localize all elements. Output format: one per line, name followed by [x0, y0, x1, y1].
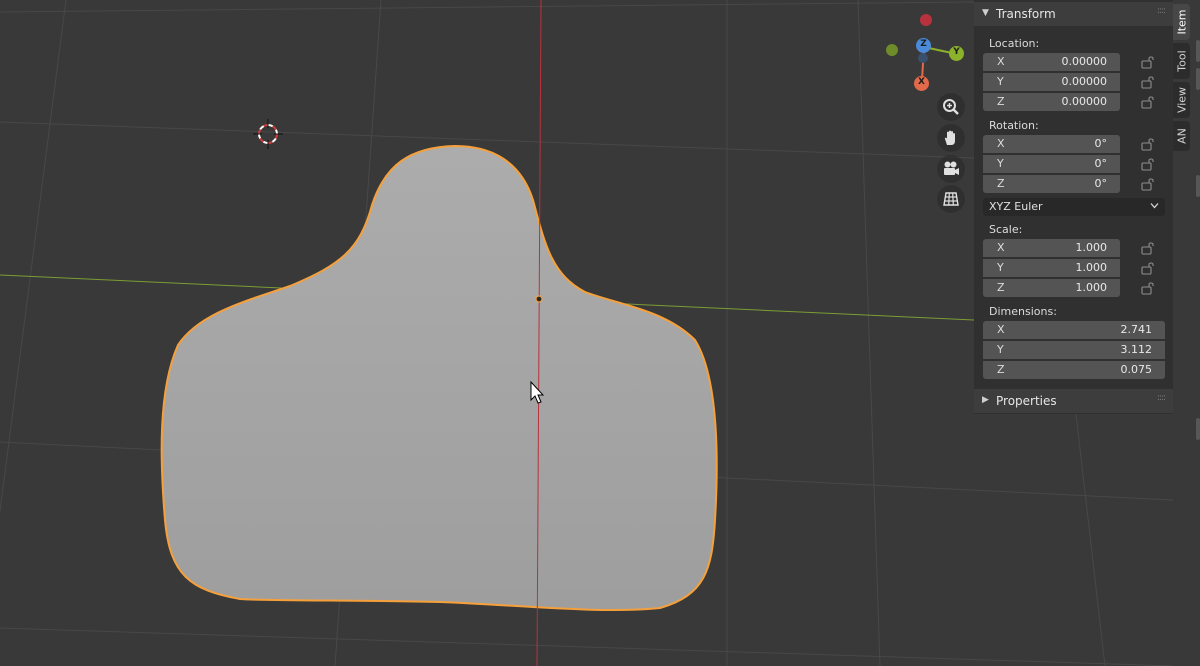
gizmo-neg-z-ball[interactable] [918, 53, 928, 63]
field-value: 2.741 [1120, 323, 1153, 336]
field-value: 0.075 [1120, 363, 1153, 376]
field-value: 3.112 [1120, 343, 1153, 356]
rotation-z-field[interactable]: Z 0° [983, 175, 1120, 193]
location-y-field[interactable]: Y 0.00000 [983, 73, 1120, 91]
tab-label: Tool [1175, 50, 1188, 72]
dimensions-z-field[interactable]: Z 0.075 [983, 361, 1165, 379]
location-x-field[interactable]: X 0.00000 [983, 53, 1120, 71]
field-value: 1.000 [1075, 241, 1108, 254]
rotation-label: Rotation: [989, 119, 1039, 132]
rotation-y-field[interactable]: Y 0° [983, 155, 1120, 173]
tab-label: Item [1175, 9, 1188, 35]
tab-view[interactable]: View [1173, 82, 1190, 118]
lock-scale-y-icon[interactable] [1141, 261, 1155, 275]
tab-label: AN [1175, 128, 1188, 144]
properties-panel-title: Properties [996, 394, 1057, 408]
field-value: 0.00000 [1061, 95, 1108, 108]
field-value: 0° [1094, 177, 1108, 190]
gizmo-x-ball[interactable]: X [914, 76, 929, 91]
tab-strip-scrollbar[interactable] [1196, 175, 1200, 197]
collapsed-triangle-icon: ▶ [982, 395, 989, 405]
tab-strip-scrollbar[interactable] [1196, 40, 1200, 62]
properties-panel-header[interactable]: ▶ Properties :::: [974, 389, 1173, 413]
perspective-toggle-button[interactable] [937, 185, 965, 213]
transform-panel-title: Transform [996, 7, 1056, 21]
scale-x-field[interactable]: X 1.000 [983, 239, 1120, 257]
axis-label: X [997, 137, 1005, 150]
rotation-mode-value: XYZ Euler [989, 200, 1043, 213]
gizmo-z-label: Z [920, 39, 927, 49]
zoom-icon [943, 99, 959, 115]
lock-location-y-icon[interactable] [1141, 75, 1155, 89]
lock-scale-z-icon[interactable] [1141, 281, 1155, 295]
gizmo-x-label: X [918, 77, 925, 87]
grid-icon [943, 192, 959, 206]
selected-mesh-object[interactable] [160, 144, 718, 611]
axis-label: Y [997, 75, 1004, 88]
axis-label: X [997, 241, 1005, 254]
scale-label: Scale: [989, 223, 1023, 236]
tab-strip-scrollbar[interactable] [1196, 68, 1200, 90]
axis-label: Z [997, 177, 1005, 190]
dimensions-x-field[interactable]: X 2.741 [983, 321, 1165, 339]
axis-label: Y [997, 343, 1004, 356]
scale-y-field[interactable]: Y 1.000 [983, 259, 1120, 277]
camera-view-button[interactable] [937, 155, 965, 183]
field-value: 1.000 [1075, 261, 1108, 274]
tab-item[interactable]: Item [1173, 4, 1190, 40]
chevron-down-icon [1150, 203, 1159, 209]
gizmo-z-ball[interactable]: Z [916, 38, 931, 53]
location-z-field[interactable]: Z 0.00000 [983, 93, 1120, 111]
pan-hand-icon [944, 130, 955, 145]
lock-rotation-y-icon[interactable] [1141, 157, 1155, 171]
gizmo-neg-x-ball[interactable] [920, 14, 932, 26]
axis-label: X [997, 55, 1005, 68]
location-label: Location: [989, 37, 1040, 50]
scale-z-field[interactable]: Z 1.000 [983, 279, 1120, 297]
axis-label: Z [997, 95, 1005, 108]
axis-label: X [997, 323, 1005, 336]
field-value: 1.000 [1075, 281, 1108, 294]
gizmo-neg-y-ball[interactable] [886, 44, 898, 56]
lock-rotation-z-icon[interactable] [1141, 177, 1155, 191]
axis-label: Z [997, 281, 1005, 294]
tab-tool[interactable]: Tool [1173, 43, 1190, 79]
lock-rotation-x-icon[interactable] [1141, 137, 1155, 151]
camera-icon [944, 161, 959, 175]
axis-label: Y [997, 261, 1004, 274]
expanded-triangle-icon: ▼ [982, 8, 989, 18]
field-value: 0.00000 [1061, 75, 1108, 88]
drag-grip-icon[interactable]: :::: [1157, 6, 1166, 16]
gizmo-y-ball[interactable]: Y [949, 46, 964, 61]
axis-label: Y [997, 157, 1004, 170]
tab-an[interactable]: AN [1173, 121, 1190, 151]
pan-button[interactable] [937, 124, 965, 152]
rotation-mode-dropdown[interactable]: XYZ Euler [983, 198, 1165, 216]
zoom-button[interactable] [937, 93, 965, 121]
dimensions-y-field[interactable]: Y 3.112 [983, 341, 1165, 359]
field-value: 0.00000 [1061, 55, 1108, 68]
lock-scale-x-icon[interactable] [1141, 241, 1155, 255]
sidebar-tab-strip: Item Tool View AN [1173, 0, 1200, 666]
object-origin[interactable] [535, 295, 543, 303]
transform-panel-header[interactable]: ▼ Transform :::: [974, 2, 1173, 26]
axis-label: Z [997, 363, 1005, 376]
3d-cursor-icon[interactable] [253, 119, 283, 149]
dimensions-label: Dimensions: [989, 305, 1057, 318]
field-value: 0° [1094, 137, 1108, 150]
gizmo-y-label: Y [953, 47, 960, 57]
sidebar-panel: ▼ Transform :::: Location: X 0.00000 Y 0… [974, 0, 1173, 414]
lock-location-z-icon[interactable] [1141, 95, 1155, 109]
rotation-x-field[interactable]: X 0° [983, 135, 1120, 153]
tab-strip-scrollbar[interactable] [1196, 418, 1200, 440]
lock-location-x-icon[interactable] [1141, 55, 1155, 69]
tab-label: View [1175, 86, 1188, 114]
field-value: 0° [1094, 157, 1108, 170]
drag-grip-icon[interactable]: :::: [1157, 393, 1166, 403]
